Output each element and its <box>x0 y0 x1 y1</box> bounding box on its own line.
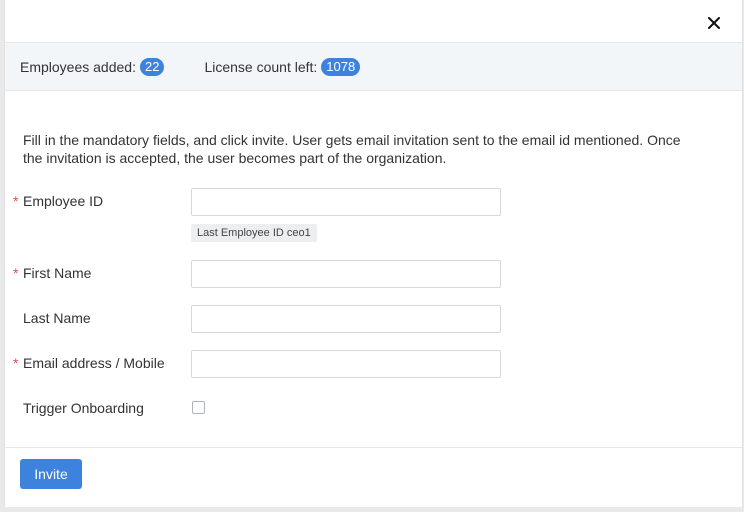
employees-added-label: Employees added: <box>20 58 136 75</box>
footer-divider <box>5 447 742 448</box>
last-name-label-text: Last Name <box>23 310 91 326</box>
close-icon <box>708 17 720 29</box>
required-marker: * <box>13 265 19 281</box>
trigger-onboarding-label-text: Trigger Onboarding <box>23 400 144 416</box>
email-input[interactable] <box>191 350 501 378</box>
form-description: Fill in the mandatory fields, and click … <box>23 132 681 166</box>
email-label-text: Email address / Mobile <box>23 355 165 371</box>
license-left-badge: 1078 <box>321 57 361 76</box>
trigger-onboarding-checkbox[interactable] <box>192 401 205 414</box>
stats-bar: Employees added: 22 License count left: … <box>5 42 742 91</box>
last-name-label: Last Name <box>23 310 91 326</box>
invite-button[interactable]: Invite <box>20 459 82 489</box>
last-name-input[interactable] <box>191 305 501 333</box>
first-name-label-text: First Name <box>23 265 92 281</box>
required-marker: * <box>13 355 19 371</box>
license-left-stat: License count left: 1078 <box>204 57 361 76</box>
employee-id-input[interactable] <box>191 188 501 216</box>
employee-id-label-text: Employee ID <box>23 193 104 209</box>
email-label: * Email address / Mobile <box>13 355 165 371</box>
first-name-label: * First Name <box>13 265 92 281</box>
employees-added-stat: Employees added: 22 <box>20 57 165 76</box>
close-button[interactable] <box>704 13 724 33</box>
employees-added-badge: 22 <box>139 57 165 76</box>
required-marker: * <box>13 193 19 209</box>
license-left-label: License count left: <box>204 58 318 75</box>
employee-id-label: * Employee ID <box>13 193 104 209</box>
last-employee-id-hint: Last Employee ID ceo1 <box>191 224 317 242</box>
add-employee-dialog: Employees added: 22 License count left: … <box>4 0 743 507</box>
first-name-input[interactable] <box>191 260 501 288</box>
trigger-onboarding-label: Trigger Onboarding <box>23 400 144 416</box>
